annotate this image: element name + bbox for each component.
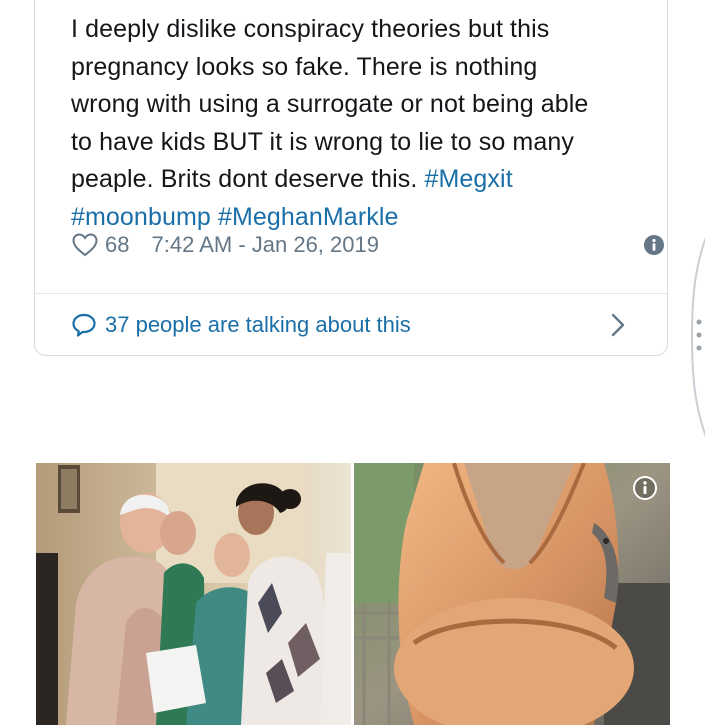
speech-bubble-icon: [72, 313, 96, 337]
tweet-line-2: pregnancy looks so fake. There is nothin…: [71, 52, 538, 81]
tweet-timestamp[interactable]: 7:42 AM - Jan 26, 2019: [151, 232, 379, 258]
tweet-line-1: I deeply dislike conspiracy theories but…: [71, 15, 550, 43]
card-divider: [35, 293, 667, 294]
talking-about-link[interactable]: 37 people are talking about this: [35, 303, 665, 347]
photo-info-icon[interactable]: [632, 475, 658, 501]
page: I deeply dislike conspiracy theories but…: [0, 0, 705, 725]
info-icon[interactable]: [643, 234, 665, 256]
photo-right[interactable]: [354, 463, 670, 725]
tweet-text: I deeply dislike conspiracy theories but…: [71, 11, 671, 236]
photo-left-illustration: [36, 463, 351, 725]
photo-left[interactable]: [36, 463, 351, 725]
tweet-meta: 68 7:42 AM - Jan 26, 2019: [71, 227, 379, 263]
photo-right-illustration: [354, 463, 670, 725]
tweet-line-3: wrong with using a surrogate or not bein…: [71, 90, 589, 118]
hashtag-megxit[interactable]: #Megxit: [425, 165, 513, 193]
tweet-card[interactable]: I deeply dislike conspiracy theories but…: [34, 0, 668, 356]
heart-icon[interactable]: [71, 231, 99, 259]
talking-label: 37 people are talking about this: [105, 312, 411, 337]
tweet-line-4: to have kids BUT it is wrong to lie to s…: [71, 127, 574, 156]
tweet-line-5-text: peaple. Brits dont deserve this.: [71, 165, 425, 193]
edge-panel-handle[interactable]: [686, 232, 705, 442]
tweet-line-5: peaple. Brits dont deserve this. #Megxit: [71, 161, 671, 199]
chevron-right-icon: [611, 313, 625, 337]
like-count: 68: [105, 232, 130, 257]
